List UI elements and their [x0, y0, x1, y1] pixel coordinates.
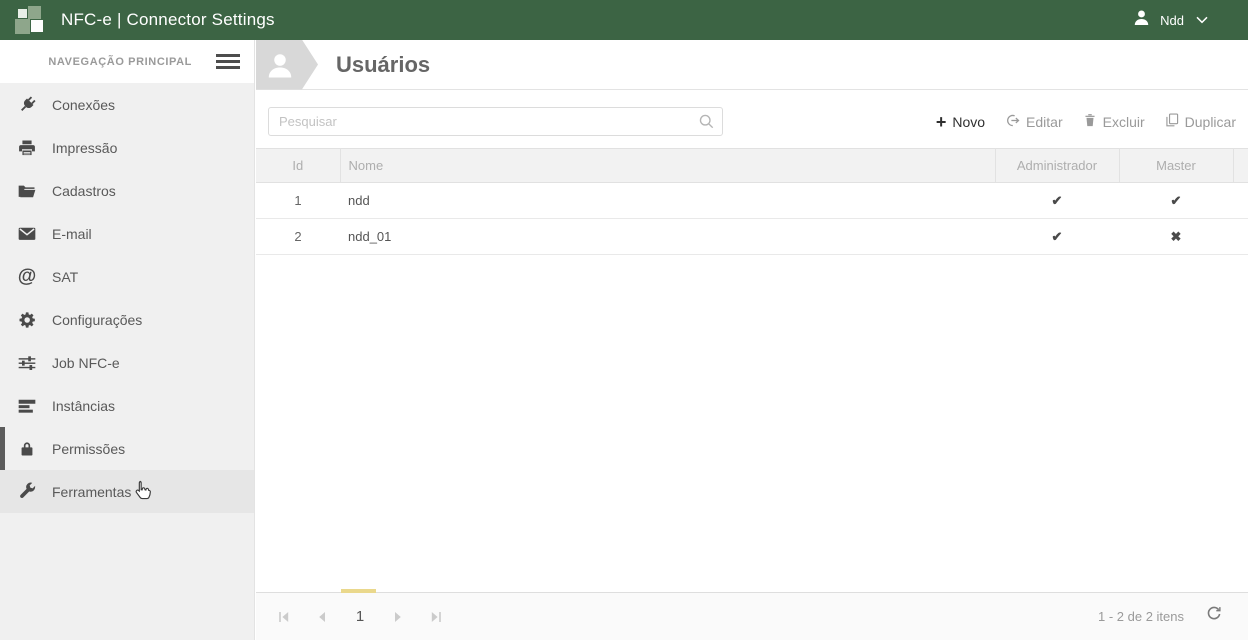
table-row[interactable]: 2 ndd_01 ✔ ✖ [256, 219, 1248, 255]
sidebar-item-impressao[interactable]: Impressão [0, 126, 254, 169]
sidebar-item-label: Conexões [52, 97, 115, 113]
x-icon: ✖ [1119, 219, 1233, 255]
sidebar-item-permissoes[interactable]: Permissões [0, 427, 254, 470]
lock-icon [15, 439, 39, 459]
plus-icon: + [936, 115, 947, 129]
sidebar-item-label: Impressão [52, 140, 117, 156]
sidebar-item-label: Cadastros [52, 183, 116, 199]
page-number[interactable]: 1 [341, 608, 379, 625]
column-header-administrador[interactable]: Administrador [995, 149, 1119, 183]
toolbar: + Novo Editar Excluir [936, 113, 1236, 131]
plug-icon [15, 95, 39, 115]
check-icon: ✔ [1119, 183, 1233, 219]
cell-id: 1 [256, 183, 340, 219]
next-page-icon[interactable] [379, 610, 417, 624]
user-name[interactable]: Ndd [1160, 13, 1184, 28]
sidebar-item-configuracoes[interactable]: Configurações [0, 298, 254, 341]
table-header-row: Id Nome Administrador Master [256, 149, 1248, 183]
edit-button[interactable]: Editar [1005, 113, 1063, 131]
sidebar-item-label: Instâncias [52, 398, 115, 414]
delete-button[interactable]: Excluir [1083, 113, 1145, 130]
sidebar: NAVEGAÇÃO PRINCIPAL Conexões Impressão C… [0, 40, 255, 640]
sidebar-item-label: Job NFC-e [52, 355, 120, 371]
delete-button-label: Excluir [1103, 114, 1145, 130]
cell-nome: ndd_01 [340, 219, 995, 255]
cell-nome: ndd [340, 183, 995, 219]
app-logo-icon [13, 4, 45, 36]
edit-icon [1005, 113, 1020, 131]
gear-icon [15, 310, 39, 330]
sidebar-item-label: Permissões [52, 441, 125, 457]
sidebar-item-label: E-mail [52, 226, 92, 242]
sliders-icon [15, 353, 39, 373]
sidebar-item-instancias[interactable]: Instâncias [0, 384, 254, 427]
sidebar-item-label: SAT [52, 269, 78, 285]
wrench-icon [15, 482, 39, 502]
printer-icon [15, 138, 39, 158]
last-page-icon[interactable] [417, 610, 455, 624]
sidebar-item-label: Configurações [52, 312, 142, 328]
folder-open-icon [15, 181, 39, 201]
new-button-label: Novo [952, 114, 985, 130]
page-title: Usuários [336, 52, 430, 78]
trash-icon [1083, 113, 1097, 130]
search-box [268, 107, 723, 136]
app-title: NFC-e | Connector Settings [61, 10, 275, 30]
chevron-down-icon[interactable] [1196, 16, 1208, 24]
envelope-icon [15, 224, 39, 244]
hamburger-menu-icon[interactable] [216, 51, 240, 72]
sidebar-item-conexoes[interactable]: Conexões [0, 83, 254, 126]
sidebar-item-sat[interactable]: @ SAT [0, 255, 254, 298]
sidebar-item-cadastros[interactable]: Cadastros [0, 169, 254, 212]
sidebar-item-ferramentas[interactable]: Ferramentas [0, 470, 254, 513]
users-table: Id Nome Administrador Master 1 ndd ✔ ✔ 2… [256, 148, 1248, 255]
refresh-icon[interactable] [1206, 606, 1222, 627]
check-icon: ✔ [995, 219, 1119, 255]
previous-page-icon[interactable] [303, 610, 341, 624]
page-header: Usuários [256, 40, 1248, 90]
sidebar-header: NAVEGAÇÃO PRINCIPAL [0, 40, 254, 83]
cell-id: 2 [256, 219, 340, 255]
pagination-bar: 1 1 - 2 de 2 itens [256, 592, 1248, 640]
at-sign-icon: @ [15, 267, 39, 286]
users-badge [256, 40, 318, 90]
search-icon[interactable] [698, 113, 715, 135]
column-header-id[interactable]: Id [256, 149, 340, 183]
duplicate-button[interactable]: Duplicar [1165, 113, 1236, 130]
main-content: Usuários + Novo Editar [256, 40, 1248, 640]
column-header-nome[interactable]: Nome [340, 149, 995, 183]
user-icon [1132, 8, 1151, 32]
new-button[interactable]: + Novo [936, 114, 985, 130]
current-page-indicator [341, 589, 376, 593]
sidebar-item-label: Ferramentas [52, 484, 131, 500]
first-page-icon[interactable] [265, 610, 303, 624]
edit-button-label: Editar [1026, 114, 1063, 130]
column-header-master[interactable]: Master [1119, 149, 1233, 183]
sidebar-nav-label: NAVEGAÇÃO PRINCIPAL [48, 56, 192, 68]
items-count-status: 1 - 2 de 2 itens [1098, 609, 1184, 624]
table-row[interactable]: 1 ndd ✔ ✔ [256, 183, 1248, 219]
column-header-extra [1233, 149, 1248, 183]
users-icon [265, 50, 295, 80]
server-icon [15, 396, 39, 416]
search-input[interactable] [268, 107, 723, 136]
sidebar-item-email[interactable]: E-mail [0, 212, 254, 255]
duplicate-button-label: Duplicar [1185, 114, 1236, 130]
sidebar-item-job-nfce[interactable]: Job NFC-e [0, 341, 254, 384]
pager: 1 [256, 608, 455, 625]
user-menu[interactable]: Ndd [1132, 8, 1248, 32]
copy-icon [1165, 113, 1179, 130]
check-icon: ✔ [995, 183, 1119, 219]
top-header-bar: NFC-e | Connector Settings Ndd [0, 0, 1248, 40]
